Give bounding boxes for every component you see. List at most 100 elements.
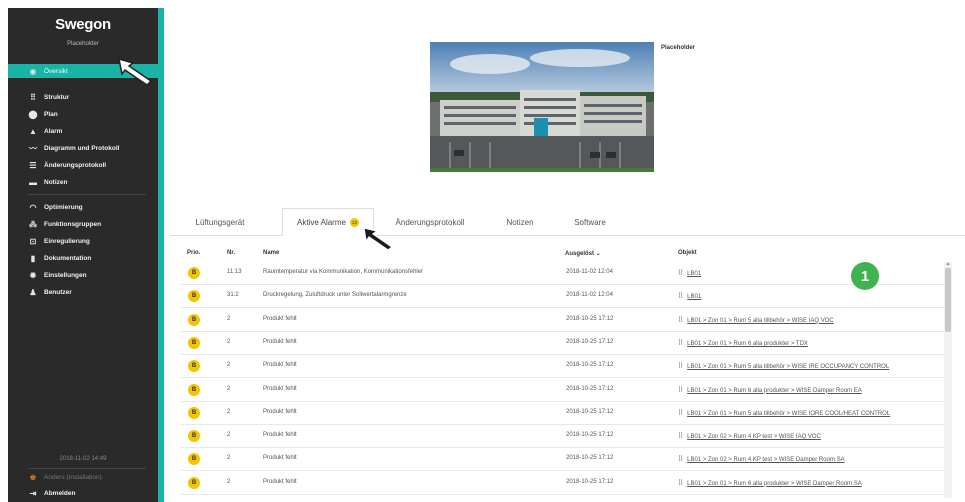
sidebar-item-label: Einregulierung (44, 237, 90, 245)
object-link[interactable]: LB01 > Zon 01 > Rum 6 alla produkter > T… (687, 341, 808, 347)
prio-badge: B (188, 453, 200, 466)
user-icon: ♚ (29, 472, 37, 482)
sidebar-item-struktur[interactable]: ⠿ Struktur (28, 90, 69, 104)
col-prio[interactable]: Prio. (187, 250, 200, 256)
sidebar-item-plan[interactable]: ⬤ Plan (28, 107, 58, 121)
object-link[interactable]: LB01 > Zon 01 > Rum 5 alla tillbehör > W… (687, 364, 889, 370)
object-link-wrap[interactable]: ⠿ LB01 > Zon 01 > Rum 5 alla tillbehör > … (678, 316, 834, 324)
tab-aktive-alarme[interactable]: Aktive Alarme 12 (282, 208, 374, 236)
document-icon: ▮ (30, 253, 36, 263)
table-row[interactable]: B 2 Produkt fehlt 2018-10-25 17:12 ⠿ LB01 > Z… (181, 402, 944, 425)
object-link-wrap[interactable]: ⠿ LB01 > Zon 01 > Rum 6 alla produkter > … (678, 479, 862, 487)
alarm-time: 2018-10-25 17:12 (566, 478, 614, 485)
tab-software[interactable]: Software (558, 208, 622, 236)
callout-number: 1 (851, 262, 879, 290)
sidebar-item-label: Dokumentation (44, 254, 92, 262)
sidebar-item-optimierung[interactable]: ◠ Optimierung (28, 200, 83, 214)
table-scrollbar[interactable]: ▲ (944, 262, 952, 498)
object-link[interactable]: LB01 > Zon 01 > Rum 5 alla tillbehör > W… (687, 411, 890, 417)
location-pin-icon: ⬤ (28, 109, 38, 119)
object-link[interactable]: LB01 > Zon 01 > Rum 5 alla tillbehör > W… (687, 318, 834, 324)
object-link-wrap[interactable]: ⠿ LB01 > Zon 01 > Rum 6 alla produkter > … (678, 386, 862, 394)
col-name[interactable]: Name (263, 250, 279, 256)
alarm-name: Produkt fehlt (263, 338, 297, 345)
sidebar-divider (28, 468, 146, 469)
sidebar-item-label: Funktionsgruppen (44, 220, 102, 228)
structure-icon: ⠿ (678, 270, 684, 277)
structure-icon: ⠿ (678, 433, 684, 441)
object-link[interactable]: LB01 (687, 294, 701, 300)
sidebar-item-notizen[interactable]: ▬ Notizen (28, 175, 67, 189)
sidebar-item-label: Alarm (44, 127, 63, 135)
alarm-time: 2018-10-25 17:12 (566, 455, 614, 462)
alarm-name: Raumtemperatur via Kommunikation, Kommun… (263, 269, 424, 275)
structure-icon: ⠿ (30, 92, 36, 102)
col-ausgeloest[interactable]: Ausgelöst ⌄ (565, 250, 601, 257)
object-link[interactable]: LB01 > Zon 01 > Rum 6 alla produkter > W… (687, 388, 862, 394)
object-link[interactable]: LB01 (687, 271, 701, 277)
table-row[interactable]: B 2 Produkt fehlt 2018-10-25 17:12 ⠿ LB01 > Z… (181, 472, 944, 495)
object-link-wrap[interactable]: ⠿ LB01 > Zon 01 > Rum 5 alla tillbehör > … (678, 409, 890, 417)
table-row[interactable]: B 2 Produkt fehlt 2018-10-25 17:12 ⠿ LB01 > Z… (181, 379, 944, 402)
sidebar-item-funktionsgruppen[interactable]: ⁂ Funktionsgruppen (28, 217, 101, 231)
tab-label: Änderungsprotokoll (395, 217, 465, 227)
prio-badge: B (188, 360, 200, 373)
table-row[interactable]: B 31:2 Druckregelung, Zuluftdruck unter So… (181, 285, 944, 309)
table-row[interactable]: B 2 Produkt fehlt 2018-10-25 17:12 ⠿ LB01 > Z… (181, 355, 944, 379)
structure-icon: ⠿ (678, 386, 684, 394)
scroll-thumb[interactable] (945, 268, 951, 332)
object-link-wrap[interactable]: ⠿ LB01 > Zon 01 > Rum 6 alla produkter > … (678, 339, 808, 347)
col-nr[interactable]: Nr. (227, 250, 235, 256)
alarm-name: Produkt fehlt (263, 315, 297, 322)
alarm-nr: 2 (227, 432, 231, 439)
sidebar-item-einstellungen[interactable]: ✹ Einstellungen (28, 268, 87, 282)
prio-badge: B (188, 383, 200, 396)
sidebar-item-label: Benutzer (44, 288, 72, 296)
sidebar-item-benutzer[interactable]: ♟ Benutzer (28, 285, 72, 299)
object-link[interactable]: LB01 > Zon 01 > Rum 6 alla produkter > W… (687, 481, 862, 487)
sidebar-item-dokumentation[interactable]: ▮ Dokumentation (28, 251, 92, 265)
logout-button[interactable]: ⇥ Abmelden (28, 486, 76, 500)
sidebar-item-alarm[interactable]: ▲ Alarm (28, 124, 62, 138)
alarm-nr: 31:2 (227, 292, 239, 299)
object-link-wrap[interactable]: ⠿ LB01 > Zon 02 > Rum 4 KP test > WISE IA… (678, 432, 821, 440)
table-row[interactable]: B 2 Produkt fehlt 2018-10-25 17:12 ⠿ LB01 > Z… (181, 425, 944, 449)
prio-badge: B (188, 267, 200, 279)
tab-lueftungsgeraet[interactable]: Lüftungsgerät (170, 208, 270, 236)
sidebar-user[interactable]: ♚ Anders (Installation) (28, 470, 101, 484)
structure-icon: ⠿ (678, 316, 684, 324)
object-link-wrap[interactable]: ⠿ LB01 > Zon 01 > Rum 5 alla tillbehör > … (678, 362, 889, 370)
sidebar-item-label: Översikt (44, 67, 68, 75)
alarm-name: Produkt fehlt (263, 478, 297, 485)
table-row[interactable]: B 2 Produkt fehlt 2018-10-25 17:12 ⠿ LB01 > Z… (181, 332, 944, 355)
structure-icon: ⠿ (678, 456, 684, 464)
alarm-time: 2018-10-25 17:12 (566, 315, 614, 322)
adjust-icon: ⊡ (29, 236, 37, 246)
alarm-name: Produkt fehlt (263, 362, 297, 369)
table-row[interactable]: B 2 Produkt fehlt 2018-10-25 17:12 ⠿ LB01 > Z… (181, 448, 944, 472)
alarm-time: 2018-10-25 17:12 (566, 362, 614, 369)
alarm-time: 2018-11-02 12:04 (566, 292, 613, 299)
logo-subtitle: Placeholder (67, 41, 99, 47)
structure-icon: ⠿ (678, 479, 684, 487)
alarm-time: 2018-10-25 17:12 (566, 385, 614, 392)
table-row[interactable]: B 11:13 Raumtemperatur via Kommunikation, … (181, 262, 944, 285)
group-icon: ⁂ (29, 219, 37, 229)
sidebar-item-aenderungsprotokoll[interactable]: ☰ Änderungsprotokoll (28, 158, 106, 172)
object-link-wrap[interactable]: ⠿ LB01 > Zon 02 > Rum 4 KP test > WISE Da… (678, 455, 845, 463)
col-objekt[interactable]: Objekt (678, 250, 697, 256)
object-link[interactable]: LB01 > Zon 02 > Rum 4 KP test > WISE Dam… (687, 457, 844, 463)
object-link[interactable]: LB01 > Zon 02 > Rum 4 KP test > WISE IAQ… (687, 434, 821, 440)
sidebar-item-label: Diagramm und Protokoll (44, 144, 120, 152)
object-link-wrap[interactable]: ⠿ LB01 (678, 292, 701, 300)
sidebar-item-einregulierung[interactable]: ⊡ Einregulierung (28, 234, 90, 248)
sidebar-item-diagramm[interactable]: 〰 Diagramm und Protokoll (28, 141, 119, 155)
alarm-nr: 2 (227, 338, 231, 345)
table-header: Prio. Nr. Name Ausgelöst ⌄ Objekt (187, 250, 947, 262)
tab-notizen[interactable]: Notizen (488, 208, 552, 236)
scroll-up-icon[interactable]: ▲ (945, 262, 951, 267)
table-row[interactable]: B 2 Produkt fehlt 2018-10-25 17:12 ⠿ LB01 > Z… (181, 309, 944, 332)
prio-badge: B (188, 336, 200, 349)
chart-icon: 〰 (29, 143, 37, 153)
object-link-wrap[interactable]: ⠿ LB01 (678, 269, 701, 277)
